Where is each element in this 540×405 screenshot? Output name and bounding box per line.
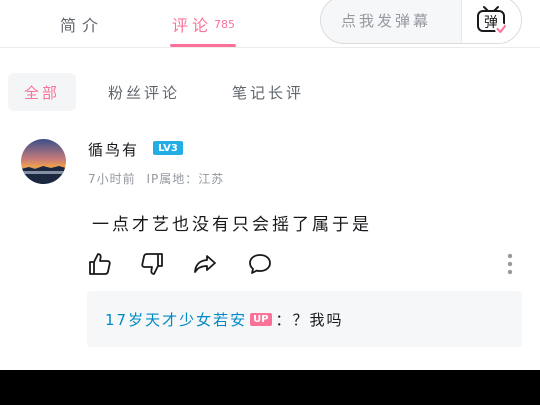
dislike-button[interactable] — [138, 250, 166, 278]
comment-bubble-icon — [249, 254, 271, 274]
tab-intro-label: 简介 — [60, 16, 105, 35]
filter-fans-label: 粉丝评论 — [108, 83, 181, 102]
thumbs-down-icon — [141, 253, 163, 275]
filter-all[interactable]: 全部 — [8, 73, 76, 111]
comment-content: 一点才艺也没有只会摇了属于是 — [92, 215, 372, 235]
reply-line: 17岁天才少女若安 UP ：？我吗 — [105, 291, 344, 347]
up-badge: UP — [250, 312, 272, 326]
reply-button[interactable] — [246, 250, 274, 278]
avatar-image — [21, 139, 66, 184]
top-tab-bar: 简介 评论 785 点我发弹幕 弹 — [0, 0, 540, 48]
danmaku-bar: 点我发弹幕 弹 — [320, 0, 522, 44]
comment-time: 7小时前 — [88, 172, 136, 186]
reply-username[interactable]: 17岁天才少女若安 — [105, 309, 247, 330]
reply-text: ：？我吗 — [275, 310, 344, 329]
danmaku-placeholder: 点我发弹幕 — [341, 11, 432, 30]
danmaku-input[interactable]: 点我发弹幕 — [341, 0, 461, 43]
tab-intro[interactable]: 简介 — [60, 0, 104, 48]
more-options-button[interactable] — [502, 252, 518, 276]
filter-long[interactable]: 笔记长评 — [232, 73, 304, 111]
video-comments-screen: 简介 评论 785 点我发弹幕 弹 全部 粉丝评论 笔记长评 循鸟有 LV3 7… — [0, 0, 540, 370]
level-badge: LV3 — [153, 141, 183, 155]
comment-ip-location: IP属地：江苏 — [146, 172, 225, 186]
reply-preview[interactable]: 17岁天才少女若安 UP ：？我吗 — [87, 291, 522, 347]
filter-all-label: 全部 — [23, 83, 60, 102]
comment-meta: 7小时前 IP属地：江苏 — [88, 170, 224, 187]
danmaku-toggle-button[interactable]: 弹 — [461, 0, 521, 43]
filter-fans[interactable]: 粉丝评论 — [108, 73, 180, 111]
tab-comments-label: 评论 — [172, 16, 213, 35]
active-tab-indicator — [170, 44, 236, 47]
thumbs-up-icon — [89, 253, 111, 275]
avatar[interactable] — [21, 139, 66, 184]
share-icon — [194, 255, 216, 273]
danmaku-icon: 弹 — [476, 6, 507, 35]
like-button[interactable] — [86, 250, 114, 278]
comments-count: 785 — [214, 17, 236, 31]
comment-username[interactable]: 循鸟有 — [88, 139, 139, 160]
filter-long-label: 笔记长评 — [232, 83, 305, 102]
share-button[interactable] — [191, 250, 219, 278]
tab-comments[interactable]: 评论 785 — [172, 0, 235, 48]
more-vertical-icon — [507, 253, 513, 275]
